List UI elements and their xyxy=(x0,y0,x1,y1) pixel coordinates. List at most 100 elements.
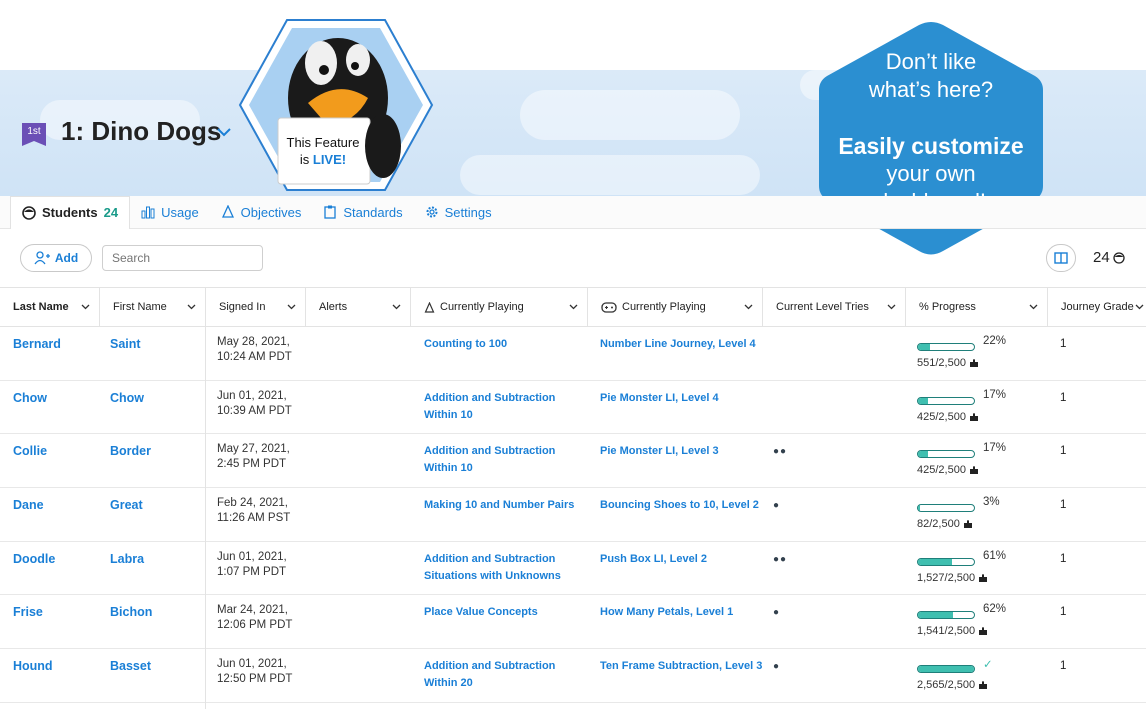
game-link[interactable]: Number Line Journey, Level 4 xyxy=(600,336,756,353)
first-name-link[interactable]: Basset xyxy=(110,658,151,674)
tab-standards[interactable]: Standards xyxy=(312,196,413,229)
game-link[interactable]: Bouncing Shoes to 10, Level 2 xyxy=(600,497,759,514)
column-label: Current Level Tries xyxy=(776,301,869,313)
chevron-down-icon[interactable] xyxy=(744,302,753,311)
column-label: Currently Playing xyxy=(440,301,524,313)
level-tries-dots: ● xyxy=(773,500,781,512)
game-link[interactable]: Pie Monster LI, Level 3 xyxy=(600,443,719,460)
objective-line: Within 20 xyxy=(424,677,473,690)
objective-link[interactable]: Addition and Subtraction Within 10 xyxy=(424,443,555,477)
progress-fraction-value: 1,527/2,500 xyxy=(917,571,976,584)
tab-settings[interactable]: Settings xyxy=(414,196,503,229)
table-row[interactable]: Chow Chow Jun 01, 2021, 10:39 AM PDT Additio… xyxy=(0,381,1146,435)
objective-line: Addition and Subtraction xyxy=(424,552,556,565)
column-label: Journey Grade xyxy=(1061,301,1134,313)
objective-link[interactable]: Addition and Subtraction Within 20 xyxy=(424,658,555,692)
signed-in-date: May 27, 2021, xyxy=(217,443,290,456)
table-row[interactable]: Dane Great Feb 24, 2021, 11:26 AM PST Making… xyxy=(0,488,1146,542)
column-first-name[interactable]: First Name xyxy=(100,288,206,326)
chevron-down-icon[interactable] xyxy=(215,123,233,141)
column-level-tries[interactable]: Current Level Tries xyxy=(763,288,906,326)
journey-grade: 1 xyxy=(1060,552,1067,565)
table-row[interactable]: Collie Border May 27, 2021, 2:45 PM PDT Addi… xyxy=(0,434,1146,489)
last-name-link[interactable]: Bernard xyxy=(13,336,61,352)
column-label: Last Name xyxy=(13,301,69,313)
progress-percent: 17% xyxy=(983,442,1007,455)
signed-in-date: Jun 01, 2021, xyxy=(217,658,287,671)
first-name-link[interactable]: Border xyxy=(110,443,151,459)
add-student-button[interactable]: Add xyxy=(20,244,92,272)
table-row[interactable]: Hound Basset Jun 01, 2021, 12:50 PM PDT Addi… xyxy=(0,649,1146,703)
tab-count: 24 xyxy=(103,205,119,220)
last-name-link[interactable]: Doodle xyxy=(13,551,55,567)
column-currently-playing-game[interactable]: Currently Playing xyxy=(588,288,763,326)
game-link[interactable]: Ten Frame Subtraction, Level 3 xyxy=(600,658,762,675)
tab-usage[interactable]: Usage xyxy=(130,196,210,229)
tab-students[interactable]: Students 24 xyxy=(10,195,131,229)
last-name-link[interactable]: Chow xyxy=(13,390,47,406)
table-row[interactable]: Doodle Labra Jun 01, 2021, 1:07 PM PDT Addit… xyxy=(0,542,1146,596)
objective-link[interactable]: Place Value Concepts xyxy=(424,604,538,621)
column-divider xyxy=(205,327,206,709)
progress-fraction: 551/2,500 xyxy=(917,357,979,369)
chevron-down-icon[interactable] xyxy=(287,302,296,311)
promo-text: Don’t like what’s here? Easily customize… xyxy=(838,49,1024,214)
column-currently-playing-objective[interactable]: Currently Playing xyxy=(411,288,588,326)
progress-fill xyxy=(918,558,953,565)
student-icon xyxy=(1113,251,1125,264)
chevron-down-icon[interactable] xyxy=(81,302,90,311)
progress-bar xyxy=(917,396,975,405)
progress-bar xyxy=(917,665,975,674)
tab-objectives[interactable]: Objectives xyxy=(210,196,313,229)
game-link[interactable]: Push Box LI, Level 2 xyxy=(600,551,707,568)
table-row[interactable]: Bernard Saint May 28, 2021, 10:24 AM PDT Cou… xyxy=(0,327,1146,381)
progress-fill xyxy=(918,397,928,404)
progress-fraction-value: 1,541/2,500 xyxy=(917,625,976,638)
column-progress[interactable]: % Progress xyxy=(906,288,1048,326)
progress-fraction-value: 82/2,500 xyxy=(917,518,960,531)
column-journey-grade[interactable]: Journey Grade xyxy=(1048,288,1146,326)
game-link[interactable]: Pie Monster LI, Level 4 xyxy=(600,390,719,407)
column-last-name[interactable]: Last Name xyxy=(0,288,100,326)
signed-in-cell: Feb 24, 2021, 11:26 AM PST xyxy=(217,496,290,526)
puzzle-icon xyxy=(979,627,988,636)
signed-in-time: 2:45 PM PDT xyxy=(217,458,287,471)
progress-fraction: 82/2,500 xyxy=(917,518,973,530)
first-name-link[interactable]: Labra xyxy=(110,551,144,567)
objective-link[interactable]: Making 10 and Number Pairs xyxy=(424,497,574,514)
last-name-link[interactable]: Hound xyxy=(13,658,53,674)
chevron-down-icon[interactable] xyxy=(1029,302,1038,311)
last-name-link[interactable]: Dane xyxy=(13,497,44,513)
chevron-down-icon[interactable] xyxy=(887,302,896,311)
chevron-down-icon[interactable] xyxy=(392,302,401,311)
first-name-link[interactable]: Saint xyxy=(110,336,141,352)
chevron-down-icon[interactable] xyxy=(187,302,196,311)
bell-icon xyxy=(424,301,435,313)
last-name-link[interactable]: Frise xyxy=(13,604,43,620)
journey-grade: 1 xyxy=(1060,499,1067,512)
signed-in-time: 12:06 PM PDT xyxy=(217,619,293,632)
last-name-link[interactable]: Collie xyxy=(13,443,47,459)
progress-fraction: 1,541/2,500 xyxy=(917,625,988,637)
tab-label: Settings xyxy=(444,204,492,220)
column-signed-in[interactable]: Signed In xyxy=(206,288,306,326)
chevron-down-icon[interactable] xyxy=(1135,302,1144,311)
column-alerts[interactable]: Alerts xyxy=(306,288,411,326)
first-name-link[interactable]: Bichon xyxy=(110,604,152,620)
column-layout-button[interactable] xyxy=(1046,244,1076,272)
search-input[interactable] xyxy=(102,245,263,271)
puzzle-icon xyxy=(979,681,988,690)
objective-link[interactable]: Counting to 100 xyxy=(424,336,507,353)
progress-bar xyxy=(917,557,975,566)
tab-bar: Students 24 Usage Objectives Standards S… xyxy=(0,195,1146,229)
chevron-down-icon[interactable] xyxy=(569,302,578,311)
objective-line: Addition and Subtraction xyxy=(424,391,556,404)
objective-link[interactable]: Addition and Subtraction Situations with … xyxy=(424,551,561,585)
first-name-link[interactable]: Great xyxy=(110,497,143,513)
first-name-link[interactable]: Chow xyxy=(110,390,144,406)
game-link[interactable]: How Many Petals, Level 1 xyxy=(600,604,733,621)
class-title[interactable]: 1: Dino Dogs xyxy=(61,116,221,147)
table-row[interactable]: Frise Bichon Mar 24, 2021, 12:06 PM PDT Plac… xyxy=(0,595,1146,650)
objective-link[interactable]: Addition and Subtraction Within 10 xyxy=(424,390,555,424)
progress-fraction-value: 425/2,500 xyxy=(917,410,966,423)
